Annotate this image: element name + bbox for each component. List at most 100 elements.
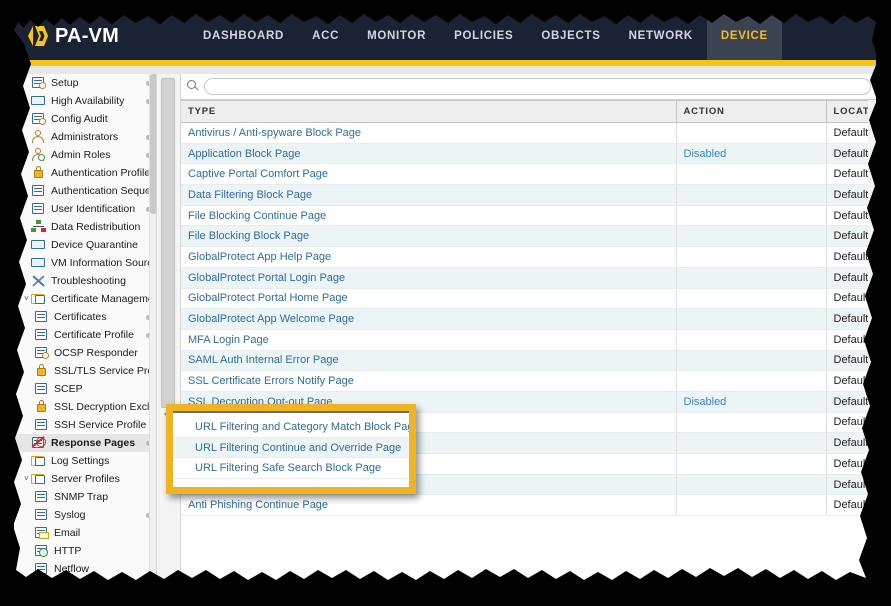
- table-row[interactable]: Captive Portal Comfort PageDefault: [181, 164, 876, 185]
- menu-item-acc[interactable]: ACC: [298, 12, 353, 60]
- table-row[interactable]: GlobalProtect App Help PageDefault: [181, 247, 876, 268]
- sidebar-item-label: OCSP Responder: [54, 347, 138, 359]
- column-header-type[interactable]: TYPE: [181, 101, 676, 123]
- sidebar-item-authentication-sequence[interactable]: Authentication Sequence: [14, 182, 156, 200]
- cell-action[interactable]: [676, 412, 826, 433]
- sidebar-item-ocsp-responder[interactable]: OCSP Responder: [14, 344, 156, 362]
- sidebar-item-scep[interactable]: SCEP: [14, 380, 156, 398]
- menu-item-policies[interactable]: POLICIES: [440, 12, 527, 60]
- cell-action[interactable]: [676, 433, 826, 454]
- cell-type[interactable]: Anti Phishing Continue Page: [181, 495, 676, 516]
- sidebar-item-syslog[interactable]: Syslog: [14, 506, 156, 524]
- cell-action[interactable]: [676, 454, 826, 475]
- sidebar-item-config-audit[interactable]: Config Audit: [14, 110, 156, 128]
- menu-item-monitor[interactable]: MONITOR: [353, 12, 440, 60]
- cell-type[interactable]: File Blocking Continue Page: [181, 205, 676, 226]
- search-input[interactable]: [204, 78, 871, 95]
- cell-action[interactable]: [676, 350, 826, 371]
- sidebar-item-certificate-management[interactable]: ˅Certificate Management: [14, 290, 156, 308]
- cell-action[interactable]: [676, 309, 826, 330]
- cell-type[interactable]: MFA Login Page: [181, 329, 676, 350]
- sidebar-scrollbar[interactable]: [149, 74, 156, 594]
- sidebar-item-server-profiles[interactable]: ˅Server Profiles: [14, 470, 156, 488]
- sidebar-item-vm-information-sources[interactable]: VM Information Sources: [14, 254, 156, 272]
- cell-action[interactable]: [676, 226, 826, 247]
- table-row[interactable]: GlobalProtect App Welcome PageDefault: [181, 309, 876, 330]
- sidebar-item-ssl-decryption-exclusion[interactable]: SSL Decryption Exclusion: [14, 398, 156, 416]
- cell-action[interactable]: [676, 164, 826, 185]
- content-scrollbar[interactable]: [868, 100, 876, 594]
- sidebar-item-authentication-profile[interactable]: Authentication Profile: [14, 164, 156, 182]
- table-row[interactable]: SAML Auth Internal Error PageDefault: [181, 350, 876, 371]
- cell-action[interactable]: [676, 267, 826, 288]
- chevron-down-icon[interactable]: ˅: [22, 475, 31, 483]
- body-area: SetupHigh AvailabilityConfig AuditAdmini…: [14, 74, 876, 594]
- server-profiles-icon: [31, 472, 47, 486]
- sidebar-item-log-settings[interactable]: Log Settings: [14, 452, 156, 470]
- cell-type[interactable]: Antivirus / Anti-spyware Block Page: [181, 123, 676, 144]
- cell-action[interactable]: [676, 247, 826, 268]
- cell-action[interactable]: Disabled: [676, 391, 826, 412]
- cell-action[interactable]: [676, 205, 826, 226]
- cell-type[interactable]: SSL Certificate Errors Notify Page: [181, 371, 676, 392]
- sidebar-item-radius[interactable]: RADIUS: [14, 578, 156, 594]
- cell-action[interactable]: [676, 185, 826, 206]
- sidebar-item-device-quarantine[interactable]: Device Quarantine: [14, 236, 156, 254]
- cell-type[interactable]: GlobalProtect Portal Login Page: [181, 267, 676, 288]
- sidebar-item-data-redistribution[interactable]: Data Redistribution: [14, 218, 156, 236]
- cell-action[interactable]: [676, 288, 826, 309]
- sidebar-item-high-availability[interactable]: High Availability: [14, 92, 156, 110]
- table-row[interactable]: Application Block PageDisabledDefault: [181, 143, 876, 164]
- table-row[interactable]: MFA Login PageDefault: [181, 329, 876, 350]
- sidebar-item-netflow[interactable]: Netflow: [14, 560, 156, 578]
- menu-item-objects[interactable]: OBJECTS: [527, 12, 614, 60]
- table-row[interactable]: SSL Certificate Errors Notify PageDefaul…: [181, 371, 876, 392]
- cell-action[interactable]: [676, 371, 826, 392]
- menu-item-device[interactable]: DEVICE: [707, 12, 782, 60]
- sidebar-item-certificates[interactable]: Certificates: [14, 308, 156, 326]
- cell-type[interactable]: GlobalProtect App Welcome Page: [181, 309, 676, 330]
- table-row[interactable]: File Blocking Block PageDefault: [181, 226, 876, 247]
- sidebar-item-snmp-trap[interactable]: SNMP Trap: [14, 488, 156, 506]
- chevron-down-icon[interactable]: ˅: [22, 295, 31, 303]
- menu-item-network[interactable]: NETWORK: [615, 12, 707, 60]
- sidebar-scrollbar-thumb[interactable]: [150, 74, 157, 214]
- sidebar-item-troubleshooting[interactable]: Troubleshooting: [14, 272, 156, 290]
- cell-type[interactable]: Data Filtering Block Page: [181, 185, 676, 206]
- cell-type[interactable]: File Blocking Block Page: [181, 226, 676, 247]
- highlighted-row[interactable]: URL Filtering Safe Search Block Page: [173, 458, 409, 479]
- cell-type[interactable]: SAML Auth Internal Error Page: [181, 350, 676, 371]
- cell-type[interactable]: Application Block Page: [181, 143, 676, 164]
- table-row[interactable]: Anti Phishing Continue PageDefault: [181, 495, 876, 516]
- sidebar-item-ssl-tls-service-profile[interactable]: SSL/TLS Service Profile: [14, 362, 156, 380]
- menu-item-dashboard[interactable]: DASHBOARD: [189, 12, 298, 60]
- cell-type[interactable]: GlobalProtect App Help Page: [181, 247, 676, 268]
- cell-action[interactable]: [676, 123, 826, 144]
- highlighted-row[interactable]: URL Filtering Continue and Override Page: [173, 438, 409, 459]
- sidebar-item-http[interactable]: HTTP: [14, 542, 156, 560]
- panel-scrollbar-thumb[interactable]: [161, 78, 175, 408]
- sidebar-item-setup[interactable]: Setup: [14, 74, 156, 92]
- table-row[interactable]: GlobalProtect Portal Login PageDefault: [181, 267, 876, 288]
- vm-information-sources-icon: [31, 256, 47, 270]
- cell-action[interactable]: [676, 474, 826, 495]
- sidebar-item-administrators[interactable]: Administrators: [14, 128, 156, 146]
- table-row[interactable]: File Blocking Continue PageDefault: [181, 205, 876, 226]
- cell-action[interactable]: Disabled: [676, 143, 826, 164]
- column-header-action[interactable]: ACTION: [676, 101, 826, 123]
- cell-type[interactable]: GlobalProtect Portal Home Page: [181, 288, 676, 309]
- table-row[interactable]: Antivirus / Anti-spyware Block PageDefau…: [181, 123, 876, 144]
- sidebar-item-response-pages[interactable]: Response Pages: [14, 434, 156, 452]
- table-row[interactable]: GlobalProtect Portal Home PageDefault: [181, 288, 876, 309]
- cell-action[interactable]: [676, 329, 826, 350]
- sidebar-item-admin-roles[interactable]: Admin Roles: [14, 146, 156, 164]
- sidebar-item-user-identification[interactable]: User Identification: [14, 200, 156, 218]
- sidebar-item-email[interactable]: Email: [14, 524, 156, 542]
- highlighted-row[interactable]: URL Filtering and Category Match Block P…: [173, 417, 409, 438]
- table-row[interactable]: Data Filtering Block PageDefault: [181, 185, 876, 206]
- panel-scrollbar[interactable]: [157, 74, 181, 594]
- cell-type[interactable]: Captive Portal Comfort Page: [181, 164, 676, 185]
- cell-action[interactable]: [676, 495, 826, 516]
- sidebar-item-certificate-profile[interactable]: Certificate Profile: [14, 326, 156, 344]
- sidebar-item-ssh-service-profile[interactable]: SSH Service Profile: [14, 416, 156, 434]
